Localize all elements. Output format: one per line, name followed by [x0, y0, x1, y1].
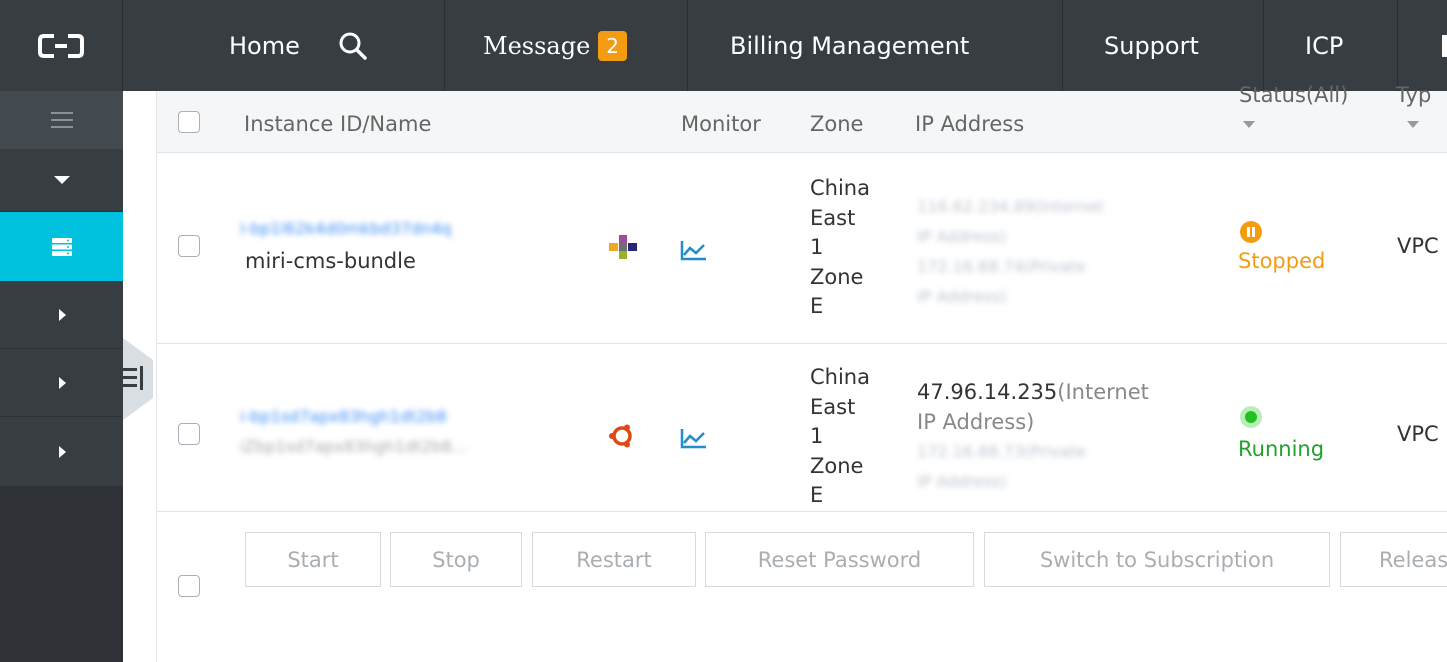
- col-monitor: Monitor: [681, 112, 761, 136]
- nav-message[interactable]: Message: [483, 32, 590, 60]
- sidebar-item-collapsed-2[interactable]: [0, 349, 123, 417]
- nav-message-cell[interactable]: Message 2: [445, 0, 688, 91]
- reset-password-button[interactable]: Reset Password: [705, 532, 974, 587]
- select-all-checkbox[interactable]: [178, 111, 200, 133]
- caret-right-icon: [58, 445, 66, 458]
- server-list-icon: [51, 237, 72, 256]
- col-zone: Zone: [810, 112, 864, 136]
- running-status-icon: [1240, 406, 1262, 428]
- col-type[interactable]: Typ: [1396, 83, 1431, 107]
- col-instance: Instance ID/Name: [244, 112, 432, 136]
- logo-icon: [38, 33, 84, 58]
- message-count-badge: 2: [598, 30, 628, 61]
- nav-home-cell: Home: [123, 0, 445, 91]
- nav-support-cell[interactable]: Support: [1063, 0, 1264, 91]
- nav-more-cell[interactable]: [1398, 0, 1447, 91]
- network-type: VPC: [1397, 422, 1439, 446]
- start-button[interactable]: Start: [245, 532, 381, 587]
- search-icon[interactable]: [338, 31, 368, 61]
- sidebar-item-expanded[interactable]: [0, 149, 123, 212]
- type-filter-caret-icon[interactable]: [1407, 121, 1419, 129]
- monitor-chart-icon[interactable]: [680, 427, 708, 449]
- top-nav: Home Message 2 Billing Management Suppor…: [0, 0, 1447, 91]
- col-status[interactable]: Status(All): [1239, 83, 1348, 107]
- status-filter-caret-icon[interactable]: [1243, 121, 1255, 129]
- nav-icp-cell[interactable]: ICP: [1264, 0, 1398, 91]
- instance-table: Instance ID/Name Monitor Zone IP Address…: [157, 83, 1447, 662]
- monitor-chart-icon[interactable]: [680, 239, 708, 261]
- sidebar: [0, 91, 123, 662]
- status-badge: Stopped: [1238, 249, 1326, 273]
- nav-billing-cell[interactable]: Billing Management: [688, 0, 1063, 91]
- sidebar-item-instances[interactable]: [0, 212, 123, 281]
- stop-button[interactable]: Stop: [390, 532, 522, 587]
- select-all-footer-checkbox[interactable]: [178, 575, 200, 597]
- instance-id-link[interactable]: i-bp1sd7apx83hgh1dt2b8: [240, 407, 447, 426]
- ip-cell: 47.96.14.235(Internet IP Address) 172.16…: [917, 380, 1149, 491]
- instance-id-link[interactable]: i-bp1l62k4d0mkbd37dn4q: [240, 219, 451, 238]
- table-row: i-bp1sd7apx83hgh1dt2b8 iZbp1sd7apx83hgh1…: [157, 344, 1447, 512]
- ip-cell: 116.62.234.89(Internet IP Address) 172.1…: [917, 197, 1104, 306]
- table-header: Instance ID/Name Monitor Zone IP Address…: [157, 83, 1447, 153]
- sidebar-item-collapsed-3[interactable]: [0, 417, 123, 487]
- status-badge: Running: [1238, 437, 1325, 461]
- sidebar-item-collapsed-1[interactable]: [0, 281, 123, 349]
- row-checkbox[interactable]: [178, 235, 200, 257]
- nav-icp[interactable]: ICP: [1305, 32, 1343, 60]
- os-ubuntu-icon: [609, 424, 632, 448]
- nav-home[interactable]: Home: [229, 32, 300, 60]
- console-logo[interactable]: [0, 0, 123, 91]
- table-row: i-bp1l62k4d0mkbd37dn4q miri-cms-bundle C…: [157, 154, 1447, 344]
- release-button[interactable]: Releas: [1340, 532, 1447, 587]
- caret-right-icon: [58, 376, 66, 389]
- os-centos-icon: [609, 235, 637, 259]
- caret-right-icon: [58, 308, 66, 321]
- instance-name: miri-cms-bundle: [245, 249, 416, 273]
- secondary-nav-toggle[interactable]: [123, 338, 155, 420]
- switch-subscription-button[interactable]: Switch to Subscription: [984, 532, 1330, 587]
- paused-status-icon: [1240, 221, 1262, 243]
- nav-billing[interactable]: Billing Management: [730, 32, 969, 60]
- sidebar-menu-toggle[interactable]: [0, 91, 123, 149]
- nav-support[interactable]: Support: [1104, 32, 1199, 60]
- zone-cell: China East 1 Zone E: [810, 365, 870, 507]
- row-checkbox[interactable]: [178, 423, 200, 445]
- caret-down-icon: [53, 176, 70, 184]
- collapse-nav-icon: [123, 338, 153, 420]
- restart-button[interactable]: Restart: [532, 532, 696, 587]
- col-ip: IP Address: [915, 112, 1025, 136]
- zone-cell: China East 1 Zone E: [810, 176, 870, 318]
- instance-name: iZbp1sd7apx83hgh1dt2b8...: [240, 437, 468, 456]
- network-type: VPC: [1397, 234, 1439, 258]
- nav-more-truncated: [1442, 34, 1447, 57]
- sidebar-empty-area: [0, 487, 123, 662]
- hamburger-icon: [50, 112, 73, 128]
